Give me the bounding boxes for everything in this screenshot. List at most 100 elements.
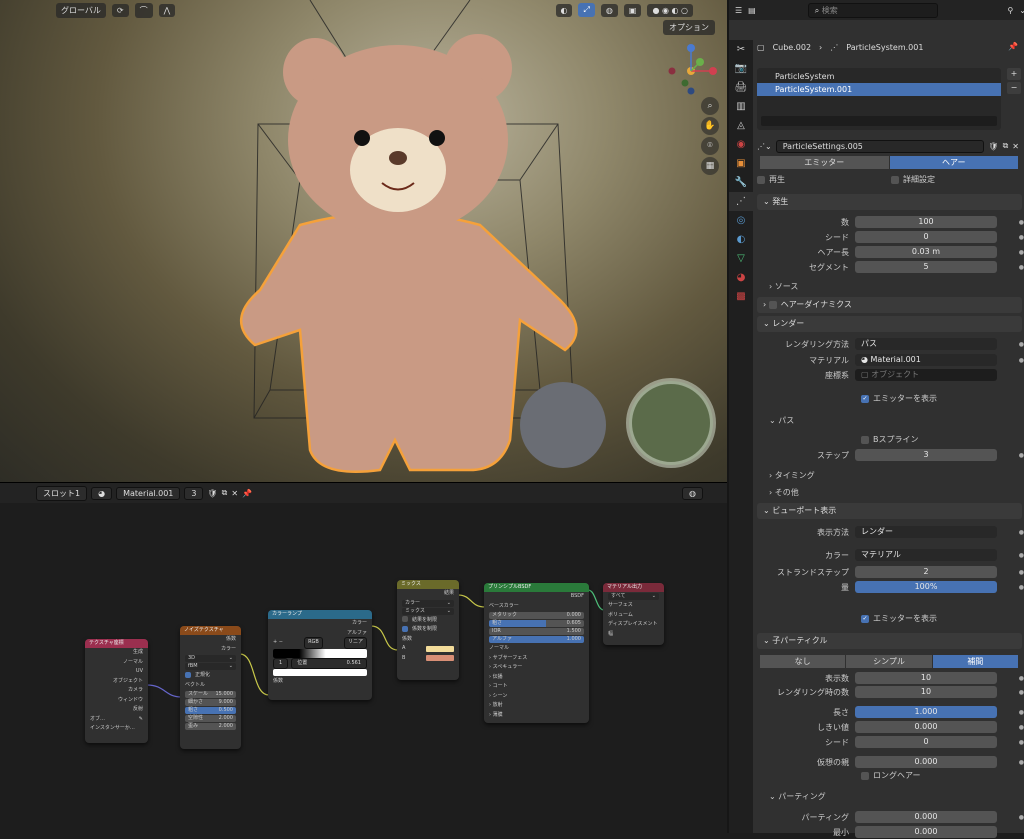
hair-tab[interactable]: ヘアー	[889, 156, 1019, 169]
object-field[interactable]: オブ… ✎	[85, 715, 148, 725]
hair-dynamics-panel-header[interactable]: › ヘアーダイナミクス	[757, 297, 1022, 313]
pin-icon[interactable]: 📌	[1008, 42, 1018, 51]
visibility-icon[interactable]: ◐	[555, 3, 573, 17]
render-as-dropdown[interactable]: パス	[855, 338, 997, 350]
show-emitter-checkbox[interactable]: ✓ エミッターを表示	[861, 392, 937, 406]
target-dropdown[interactable]: すべて ⌄	[608, 593, 659, 600]
grid-view-icon[interactable]: ▦	[701, 157, 719, 175]
clamp-factor-checkbox[interactable]: 係数を制限	[397, 625, 459, 635]
from-instancer-checkbox[interactable]: インスタンサーか…	[85, 724, 148, 734]
node-principled-bsdf[interactable]: プリンシプルBSDF BSDF ベースカラー メタリック 0.000 粗さ 0.60…	[484, 583, 589, 723]
panel-toggle[interactable]: › 放射	[484, 701, 589, 711]
children-panel-header[interactable]: ⌄ 子パーティクル	[757, 633, 1022, 649]
list-item-active[interactable]: ParticleSystem.001	[757, 83, 1001, 96]
material-tab-icon[interactable]: ◕	[729, 268, 753, 287]
scene-tab-icon[interactable]: ◬	[729, 116, 753, 135]
texture-tab-icon[interactable]: ▩	[729, 287, 753, 306]
orientation-dropdown[interactable]: グローバル	[56, 2, 106, 18]
overlay-icon[interactable]: ◍	[600, 3, 618, 17]
editor-type-icon[interactable]: ☰	[735, 6, 742, 15]
metallic-field[interactable]: メタリック 0.000	[489, 612, 584, 619]
regen-checkbox[interactable]: 再生	[757, 173, 785, 187]
parting-subpanel[interactable]: ⌄ パーティング	[769, 790, 826, 804]
position-field[interactable]: 位置 0.561	[291, 657, 367, 669]
node-noise-texture[interactable]: ノイズテクスチャ 係数 カラー 3D ⌄ fBM ⌄ 正規化 ベクトル スケール 15…	[180, 626, 241, 749]
pivot-icon[interactable]: ⟳	[111, 3, 129, 17]
seed-field[interactable]: 0	[855, 231, 997, 243]
bspline-checkbox[interactable]: Bスプライン	[861, 433, 919, 447]
panel-toggle[interactable]: › コート	[484, 682, 589, 692]
input-a-row[interactable]: A	[397, 644, 459, 654]
clamp-result-checkbox[interactable]: 結果を制限	[397, 616, 459, 626]
material-dropdown[interactable]: ◕ Material.001	[855, 354, 997, 366]
emitter-tab[interactable]: エミッター	[760, 156, 890, 169]
node-color-ramp[interactable]: カラーランプ カラー アルファ + − RGB リニア 1 位置 0.561 係数	[268, 610, 372, 700]
advanced-checkbox[interactable]: 詳細設定	[891, 173, 935, 187]
xray-icon[interactable]: ▣	[623, 3, 642, 17]
panel-toggle[interactable]: › スペキュラー	[484, 663, 589, 673]
segments-field[interactable]: 5	[855, 261, 997, 273]
number-field[interactable]: 100	[855, 216, 997, 228]
filter-icon[interactable]: ⚲	[1007, 6, 1013, 15]
distortion-field[interactable]: 歪み 2.000	[185, 723, 236, 730]
settings-name-field[interactable]: ParticleSettings.005	[775, 139, 985, 153]
duplicate-icon[interactable]: ⧉	[1003, 141, 1009, 151]
panel-toggle[interactable]: › 薄膜	[484, 711, 589, 721]
child-seed-field[interactable]: 0	[855, 736, 997, 748]
search-input[interactable]: ⌕ 検索	[807, 2, 938, 18]
options-button[interactable]: オプション	[663, 20, 715, 35]
color-a-swatch[interactable]	[426, 645, 454, 652]
roughness-field[interactable]: 粗さ 0.605	[489, 620, 584, 627]
parting-min-field[interactable]: 0.000	[855, 826, 997, 838]
lacunarity-field[interactable]: 空隙性 2.000	[185, 715, 236, 722]
snap-icon[interactable]: ⌒	[134, 2, 153, 18]
stop-index[interactable]: 1	[273, 657, 289, 669]
eyedropper-icon[interactable]: ✎	[139, 715, 143, 725]
dimensions-dropdown[interactable]: 3D ⌄	[185, 655, 236, 662]
3d-viewport[interactable]: グローバル ⟳ ⌒ ⋀ ◐ ⤢ ◍ ▣ ● ◉ ◐ ○ オプション ⌕ ✋ ⌾ …	[0, 0, 727, 482]
parting-factor-field[interactable]: 0.000	[855, 811, 997, 823]
child-none-tab[interactable]: なし	[760, 655, 847, 668]
modifier-tab-icon[interactable]: 🔧	[729, 173, 753, 192]
stop-color-swatch[interactable]	[273, 669, 367, 676]
unlink-icon[interactable]: ✕	[1012, 142, 1019, 151]
zoom-icon[interactable]: ⌕	[701, 97, 719, 115]
display-mode-icon[interactable]: ▤	[748, 6, 756, 15]
emission-panel-header[interactable]: ⌄ 発生	[757, 194, 1022, 210]
input-b-row[interactable]: B	[397, 654, 459, 664]
breadcrumb-particle-system[interactable]: ParticleSystem.001	[846, 43, 923, 52]
long-hair-checkbox[interactable]: ロングヘアー	[861, 769, 921, 783]
normalize-checkbox[interactable]: 正規化	[180, 671, 241, 681]
list-filter-input[interactable]	[761, 116, 997, 126]
render-panel-header[interactable]: ⌄ レンダー	[757, 316, 1022, 332]
pan-icon[interactable]: ✋	[701, 117, 719, 135]
viewport-display-panel-header[interactable]: ⌄ ビューポート表示	[757, 503, 1022, 519]
color-dropdown[interactable]: マテリアル	[855, 549, 997, 561]
gizmo-toggle-icon[interactable]: ⤢	[578, 3, 595, 17]
particle-settings-icon[interactable]: ⋰⌄	[757, 142, 772, 151]
proportional-icon[interactable]: ⋀	[158, 3, 176, 17]
timing-subpanel[interactable]: › タイミング	[769, 469, 815, 483]
alpha-field[interactable]: アルファ 1.000	[489, 636, 584, 643]
length-slider[interactable]: 1.000	[855, 706, 997, 718]
render-tab-icon[interactable]: 📷	[729, 59, 753, 78]
object-tab-icon[interactable]: ▣	[729, 154, 753, 173]
panel-toggle[interactable]: › サブサーフェス	[484, 654, 589, 664]
properties-panel[interactable]: ☰ ▤ ⌕ 検索 ⚲ ⌄ ✂ 📷 🖨 ▥ ◬ ◉ ▣ 🔧 ⋰ ◎ ◐ ▽ ◕ ▩…	[727, 0, 1024, 838]
color-b-swatch[interactable]	[426, 655, 454, 662]
source-subpanel[interactable]: › ソース	[769, 280, 798, 294]
node-mix[interactable]: ミックス 結果 カラー ⌄ ミックス ⌄ 結果を制限 係数を制限 係数 A B	[397, 580, 459, 680]
particle-system-list[interactable]: ParticleSystem ParticleSystem.001	[757, 68, 1001, 130]
amount-slider[interactable]: 100%	[855, 581, 997, 593]
add-stop-icon[interactable]: + −	[273, 638, 283, 648]
view-layer-tab-icon[interactable]: ▥	[729, 97, 753, 116]
camera-icon[interactable]: ⌾	[701, 137, 719, 155]
detail-field[interactable]: 細かさ 9.000	[185, 699, 236, 706]
child-simple-tab[interactable]: シンプル	[846, 655, 933, 668]
render-amount-field[interactable]: 10	[855, 686, 997, 698]
threshold-field[interactable]: 0.000	[855, 721, 997, 733]
list-item[interactable]: ParticleSystem	[757, 70, 1001, 83]
options-chevron-icon[interactable]: ⌄	[1019, 6, 1024, 15]
node-texture-coordinate[interactable]: テクスチャ座標 生成 ノーマル UV オブジェクト カメラ ウィンドウ 反射 オ…	[85, 639, 148, 743]
particles-tab-icon[interactable]: ⋰	[729, 192, 753, 211]
